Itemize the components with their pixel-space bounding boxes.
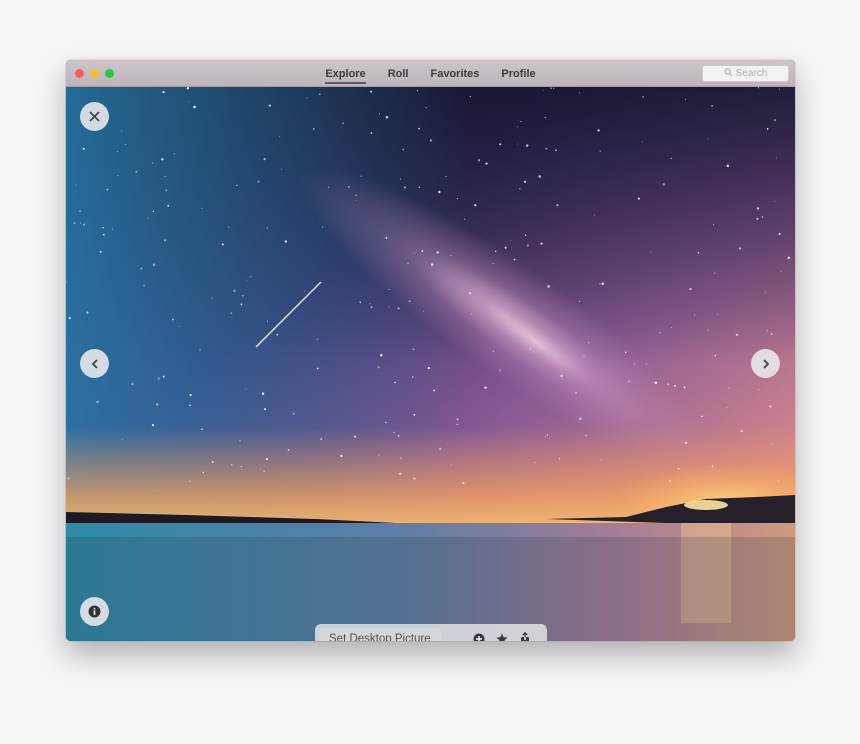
info-button[interactable]: [80, 597, 109, 626]
close-icon: [89, 111, 100, 122]
photo-viewer: Set Desktop Picture: [66, 87, 795, 641]
info-icon: [88, 605, 101, 618]
nav-tabs: Explore Roll Favorites Profile: [66, 60, 795, 87]
share-icon[interactable]: [517, 631, 533, 641]
tab-explore[interactable]: Explore: [325, 68, 367, 84]
close-viewer-button[interactable]: [80, 102, 109, 131]
chevron-right-icon: [762, 358, 769, 369]
tab-profile[interactable]: Profile: [501, 68, 535, 80]
tab-favorites[interactable]: Favorites: [430, 68, 479, 80]
previous-photo-button[interactable]: [80, 349, 109, 378]
night-sky-photo: [66, 87, 795, 641]
search-icon: [724, 67, 733, 80]
chevron-left-icon: [91, 358, 98, 369]
add-circle-icon[interactable]: [471, 631, 487, 641]
photo-toolbar: Set Desktop Picture: [315, 624, 547, 641]
app-window: Explore Roll Favorites Profile Search Se…: [66, 60, 795, 641]
next-photo-button[interactable]: [751, 349, 780, 378]
search-placeholder: Search: [735, 68, 768, 79]
search-input[interactable]: Search: [702, 65, 789, 82]
set-desktop-picture-button[interactable]: Set Desktop Picture: [319, 628, 441, 641]
tab-roll[interactable]: Roll: [388, 68, 409, 80]
title-bar: Explore Roll Favorites Profile Search: [66, 60, 795, 87]
star-icon[interactable]: [494, 631, 510, 641]
